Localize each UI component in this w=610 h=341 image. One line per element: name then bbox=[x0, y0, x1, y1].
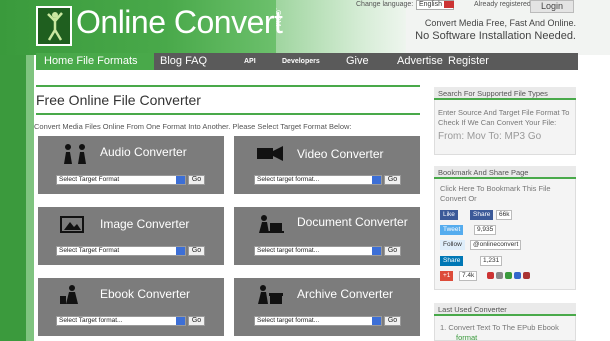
video-converter-title: Video Converter bbox=[297, 147, 384, 161]
share-icon-4[interactable] bbox=[514, 272, 521, 279]
nav-home-label: Home File Formats bbox=[44, 55, 138, 67]
archive-target-select[interactable]: Select target format... bbox=[254, 316, 382, 326]
photo-frame-icon bbox=[60, 216, 84, 233]
linkedin-share-button[interactable]: Share bbox=[440, 256, 464, 266]
flag-icon bbox=[444, 1, 454, 8]
logo-suffix: .COM bbox=[274, 8, 281, 27]
archive-box-icon bbox=[258, 285, 283, 304]
audio-converter-title: Audio Converter bbox=[100, 145, 187, 159]
ebook-select-text: Select Target bbox=[59, 317, 97, 324]
already-registered-text: Already registered? bbox=[474, 1, 535, 8]
share-icon-2[interactable] bbox=[496, 272, 503, 279]
like-count: 66k bbox=[496, 210, 513, 220]
nav-item-register[interactable]: Register bbox=[448, 53, 489, 70]
audio-select-text: Select Target Format bbox=[59, 176, 120, 183]
tweet-button[interactable]: Tweet bbox=[440, 225, 464, 235]
tagline-secondary: No Software Installation Needed. bbox=[415, 30, 576, 42]
chevron-down-icon bbox=[176, 176, 185, 184]
facebook-share-button[interactable]: Share bbox=[470, 210, 494, 220]
ebook-go-button[interactable]: Go bbox=[188, 316, 205, 326]
tagline-primary: Convert Media Free, Fast And Online. bbox=[424, 18, 576, 28]
logo-text[interactable]: Online Convert bbox=[76, 4, 283, 41]
chevron-down-icon bbox=[372, 317, 381, 325]
twitter-handle: @onlineconvert bbox=[470, 240, 522, 250]
linkedin-count: 1,231 bbox=[480, 256, 503, 266]
bookmark-help-line1: Click Here To Bookmark This File bbox=[440, 184, 551, 193]
search-help-line1: Enter Source And Target File Format To bbox=[438, 108, 570, 117]
video-select-text: Select target format... bbox=[257, 176, 320, 183]
audio-go-button[interactable]: Go bbox=[188, 175, 205, 185]
login-button[interactable]: Login bbox=[530, 0, 574, 13]
jumping-person-icon bbox=[47, 12, 63, 41]
nav-item-advertise[interactable]: Advertise bbox=[397, 53, 443, 70]
header-gradient-band bbox=[276, 0, 406, 55]
last-used-item-format[interactable]: format bbox=[456, 333, 477, 341]
image-converter-title: Image Converter bbox=[100, 217, 190, 231]
nav-item-developers[interactable]: Developers bbox=[282, 53, 320, 70]
document-select-text: Select target format... bbox=[257, 247, 320, 254]
archive-converter-title: Archive Converter bbox=[297, 287, 394, 301]
audio-target-select[interactable]: Select Target Format bbox=[56, 175, 186, 185]
change-language-label: Change language: bbox=[356, 1, 414, 8]
share-icon-5[interactable] bbox=[523, 272, 530, 279]
page-title: Free Online File Converter bbox=[36, 92, 201, 108]
document-target-select[interactable]: Select target format... bbox=[254, 246, 382, 256]
video-go-button[interactable]: Go bbox=[384, 175, 401, 185]
google-plus-count: 7.4k bbox=[459, 271, 478, 281]
chevron-down-icon bbox=[372, 176, 381, 184]
chevron-down-icon bbox=[176, 317, 185, 325]
laptop-person-icon bbox=[259, 215, 284, 233]
last-used-item[interactable]: 1. Convert Text To The EPub Ebook bbox=[440, 323, 559, 332]
document-converter-title: Document Converter bbox=[297, 215, 408, 229]
twitter-follow-button[interactable]: Follow bbox=[440, 240, 465, 250]
title-rule-top bbox=[36, 85, 420, 87]
archive-select-text: Select target format... bbox=[257, 317, 320, 324]
document-go-button[interactable]: Go bbox=[384, 246, 401, 256]
image-target-select[interactable]: Select Target Format bbox=[56, 246, 186, 256]
video-camera-icon bbox=[257, 146, 283, 161]
ebook-reader-icon bbox=[60, 285, 78, 304]
image-go-button[interactable]: Go bbox=[188, 246, 205, 256]
ebook-select-suffix: format... bbox=[98, 317, 123, 324]
nav-item-give[interactable]: Give bbox=[346, 53, 369, 70]
title-rule-bottom bbox=[36, 113, 420, 115]
intro-text: Convert Media Files Online From One Form… bbox=[34, 122, 352, 131]
video-target-select[interactable]: Select target format... bbox=[254, 175, 382, 185]
image-select-text: Select Target Format bbox=[59, 247, 120, 254]
search-help-line2: Check If We Can Convert Your File: bbox=[438, 118, 557, 127]
tweet-count: 9,935 bbox=[474, 225, 497, 235]
share-icon-1[interactable] bbox=[487, 272, 494, 279]
nav-item-blog[interactable]: Blog FAQ bbox=[160, 53, 207, 70]
nav-item-home[interactable]: Home File Formats bbox=[36, 53, 154, 70]
chevron-down-icon bbox=[372, 247, 381, 255]
share-icon-3[interactable] bbox=[505, 272, 512, 279]
bookmark-panel-heading: Bookmark And Share Page bbox=[434, 166, 576, 179]
google-plus-button[interactable]: +1 bbox=[440, 271, 454, 281]
facebook-like-button[interactable]: Like bbox=[440, 210, 458, 220]
archive-go-button[interactable]: Go bbox=[384, 316, 401, 326]
last-used-heading: Last Used Converter bbox=[434, 303, 576, 316]
ebook-target-select[interactable]: Select Target format... bbox=[56, 316, 186, 326]
headphones-people-icon bbox=[64, 144, 86, 164]
nav-item-api[interactable]: API bbox=[244, 53, 256, 70]
chevron-down-icon bbox=[176, 247, 185, 255]
ebook-converter-title: Ebook Converter bbox=[100, 287, 191, 301]
bookmark-help-line2: Convert Or bbox=[440, 194, 477, 203]
file-type-search-input[interactable]: From: Mov To: MP3 Go bbox=[438, 131, 541, 142]
search-panel-heading: Search For Supported File Types bbox=[434, 87, 576, 100]
